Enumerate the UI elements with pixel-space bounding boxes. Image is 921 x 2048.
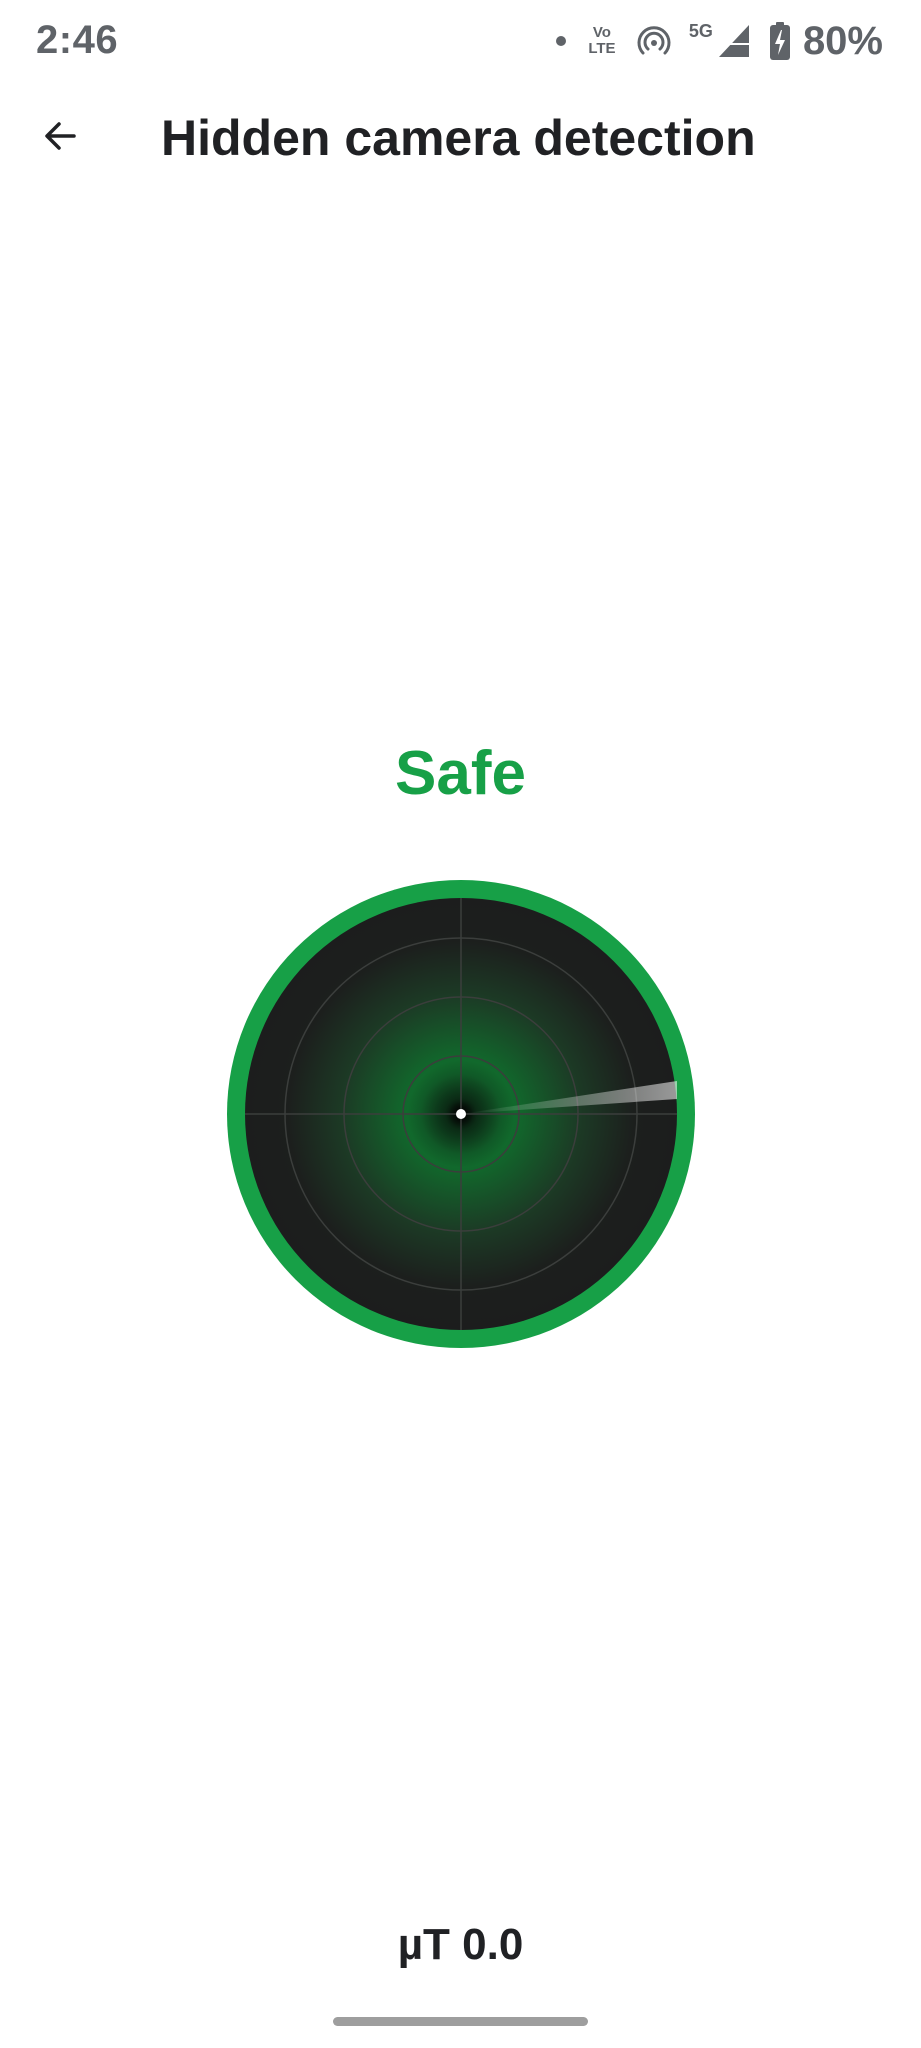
dot-icon <box>555 35 567 47</box>
volte-top: Vo <box>592 24 611 41</box>
back-button[interactable] <box>28 106 92 170</box>
gesture-navigation-bar[interactable] <box>333 2017 588 2026</box>
status-icons: Vo LTE 5G 80% <box>555 16 883 66</box>
radar-display <box>227 880 695 1348</box>
radar-center-dot <box>456 1109 466 1119</box>
volte-icon: Vo LTE <box>585 25 619 57</box>
magnetic-reading: µT 0.0 <box>397 1920 524 1969</box>
battery-percent: 80% <box>802 18 883 63</box>
status-bar: 2:46 Vo LTE 5G 80% <box>0 0 921 84</box>
battery-charging-icon <box>769 21 791 61</box>
status-time: 2:46 <box>36 18 119 62</box>
radar-svg <box>227 880 695 1348</box>
volte-bottom: LTE <box>588 40 616 57</box>
signal-icon <box>717 23 751 59</box>
network-type-label: 5G <box>688 20 713 41</box>
hotspot-icon <box>637 24 671 58</box>
arrow-left-icon <box>40 116 80 161</box>
app-bar: Hidden camera detection <box>0 84 921 196</box>
page-title: Hidden camera detection <box>161 110 756 166</box>
detection-status: Safe <box>395 739 526 808</box>
